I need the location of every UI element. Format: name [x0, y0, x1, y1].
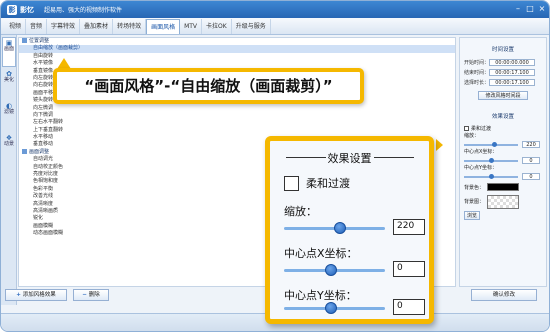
- cy-track-small[interactable]: [464, 173, 518, 179]
- cy-slider-small[interactable]: 0: [460, 172, 546, 181]
- end-time-label: 结束时间：: [464, 69, 490, 76]
- title-bar: 影 影忆 超易用、强大的视频制作软件 – □ ×: [1, 1, 549, 18]
- app-name: 影忆: [20, 5, 34, 14]
- zoom-slider[interactable]: [284, 222, 385, 234]
- minus-icon: −: [82, 292, 87, 298]
- cy-knob-small[interactable]: [489, 173, 494, 179]
- center-x-label: 中心点X坐标：: [284, 247, 358, 260]
- tab-6[interactable]: MTV: [180, 19, 203, 34]
- sidebar-label-3: 动景: [3, 141, 14, 147]
- duration-label: 选择时长：: [464, 79, 490, 86]
- delete-button[interactable]: − 删除: [73, 289, 109, 301]
- cx-label-small: 中心点X坐标：: [464, 149, 498, 155]
- zoom-value-small[interactable]: 220: [522, 141, 540, 148]
- zoom-value-input[interactable]: 220: [393, 219, 425, 235]
- tab-4[interactable]: 转场特效: [113, 19, 147, 34]
- settings-panel: 时间设置 开始时间： 00:00:00.000 结束时间： 00:00:17.1…: [459, 37, 547, 287]
- main-tab-bar: 视频 音频 字幕特效 叠加素材 转场特效 画面风格 MTV 卡拉OK 升级与服务: [1, 18, 549, 35]
- sidebar-item-0[interactable]: ▣ 画面: [2, 37, 16, 67]
- start-time-label: 开始时间：: [464, 59, 490, 66]
- duration-input[interactable]: 00:00:17.100: [489, 78, 535, 86]
- bg-color-row: 背景色：: [460, 181, 546, 193]
- bg-color-label: 背景色：: [464, 184, 485, 191]
- sidebar-label-1: 美化: [3, 77, 14, 83]
- list-group-header[interactable]: 位置调整: [19, 38, 455, 45]
- confirm-button[interactable]: 确认修改: [471, 289, 537, 301]
- zoom-slider-small[interactable]: 220: [460, 140, 546, 149]
- center-x-slider-knob[interactable]: [325, 264, 337, 276]
- list-item[interactable]: 向下微调: [19, 112, 455, 119]
- center-y-slider-knob[interactable]: [325, 302, 337, 314]
- plus-icon: +: [16, 292, 21, 298]
- zoom-soft-transition[interactable]: 柔和过渡: [284, 175, 350, 191]
- tab-0[interactable]: 视频: [5, 19, 27, 34]
- sidebar-item-2[interactable]: ◐ 滤镜: [2, 101, 16, 131]
- start-time-input[interactable]: 00:00:00.000: [489, 58, 535, 66]
- end-time-input[interactable]: 00:00:17.100: [489, 68, 535, 76]
- tab-7[interactable]: 卡拉OK: [202, 19, 232, 34]
- cx-track-small[interactable]: [464, 157, 518, 163]
- duration-row: 选择时长： 00:00:17.100: [460, 77, 546, 87]
- add-style-label: 添加风格效果: [22, 292, 56, 298]
- bg-image-row: 背景图：: [460, 193, 546, 210]
- tab-5[interactable]: 画面风格: [146, 19, 181, 34]
- add-style-button[interactable]: + 添加风格效果: [5, 289, 67, 301]
- cx-knob-small[interactable]: [489, 157, 494, 163]
- tab-1[interactable]: 音频: [26, 19, 48, 34]
- tab-2[interactable]: 字幕特效: [47, 19, 81, 34]
- bg-image-label: 背景图：: [464, 199, 485, 205]
- modify-time-button[interactable]: 修改风格时间段: [478, 91, 528, 100]
- delete-label: 删除: [88, 292, 100, 298]
- sidebar-item-3[interactable]: ❖ 动景: [2, 133, 16, 163]
- title-rule-right: [374, 157, 414, 158]
- list-item[interactable]: 向左微调: [19, 105, 455, 112]
- browse-button[interactable]: 浏览: [464, 211, 480, 220]
- center-y-label: 中心点Y坐标：: [284, 289, 357, 302]
- cy-label-small: 中心点Y坐标：: [464, 165, 498, 171]
- app-logo-icon: 影: [7, 4, 17, 15]
- zoom-knob-small[interactable]: [492, 141, 497, 147]
- zoom-pointer-arrow: [436, 139, 443, 151]
- soft-transition-checkbox-large[interactable]: [284, 175, 299, 191]
- center-x-slider[interactable]: [284, 264, 385, 276]
- start-time-row: 开始时间： 00:00:00.000: [460, 57, 546, 67]
- zoom-slider-knob[interactable]: [334, 222, 346, 234]
- cx-value-small[interactable]: 0: [522, 157, 540, 164]
- list-item[interactable]: 自由缩放（画面裁剪）: [19, 45, 455, 53]
- minimize-icon[interactable]: –: [513, 4, 523, 14]
- end-time-row: 结束时间： 00:00:17.100: [460, 67, 546, 77]
- time-settings-title: 时间设置: [491, 47, 514, 53]
- cx-slider-small[interactable]: 0: [460, 156, 546, 165]
- center-y-slider[interactable]: [284, 302, 385, 314]
- list-item[interactable]: 左右水平翻转: [19, 119, 455, 126]
- soft-transition-label-large: 柔和过渡: [306, 177, 350, 190]
- effect-settings-title: 效果设置: [491, 114, 514, 120]
- bg-color-swatch[interactable]: [487, 183, 520, 191]
- sidebar-label-2: 滤镜: [3, 109, 14, 115]
- sidebar-label-0: 画面: [3, 46, 14, 52]
- soft-transition-checkbox[interactable]: [464, 126, 469, 131]
- category-sidebar: ▣ 画面 ✿ 美化 ◐ 滤镜 ❖ 动景: [1, 35, 17, 305]
- bg-image-preview: [487, 194, 520, 209]
- soft-transition-label: 柔和过渡: [471, 126, 492, 132]
- zoom-panel-title: 效果设置: [327, 152, 372, 165]
- list-item[interactable]: 上下垂直翻转: [19, 127, 455, 134]
- soft-transition-row[interactable]: 柔和过渡: [460, 124, 546, 133]
- tab-3[interactable]: 叠加素材: [80, 19, 114, 34]
- zoom-track-small[interactable]: [464, 141, 518, 147]
- zoomed-effect-panel: 效果设置 柔和过渡 缩放： 220 中心点X坐标： 0 中心点Y坐标： 0: [265, 136, 434, 324]
- list-item[interactable]: 水平镜像: [19, 60, 455, 67]
- list-item[interactable]: 自由旋转: [19, 53, 455, 60]
- zoom-label-small: 缩放：: [464, 133, 480, 139]
- center-x-input[interactable]: 0: [393, 261, 425, 277]
- app-tagline: 超易用、强大的视频制作软件: [44, 7, 123, 14]
- zoom-label: 缩放：: [284, 205, 317, 218]
- tab-8[interactable]: 升级与服务: [232, 19, 271, 34]
- close-icon[interactable]: ×: [537, 4, 547, 14]
- sidebar-item-1[interactable]: ✿ 美化: [2, 69, 16, 99]
- center-y-input[interactable]: 0: [393, 299, 425, 315]
- callout-banner: “画面风格”-“自由缩放（画面裁剪）”: [53, 68, 364, 104]
- cy-value-small[interactable]: 0: [522, 173, 540, 180]
- maximize-icon[interactable]: □: [525, 4, 535, 14]
